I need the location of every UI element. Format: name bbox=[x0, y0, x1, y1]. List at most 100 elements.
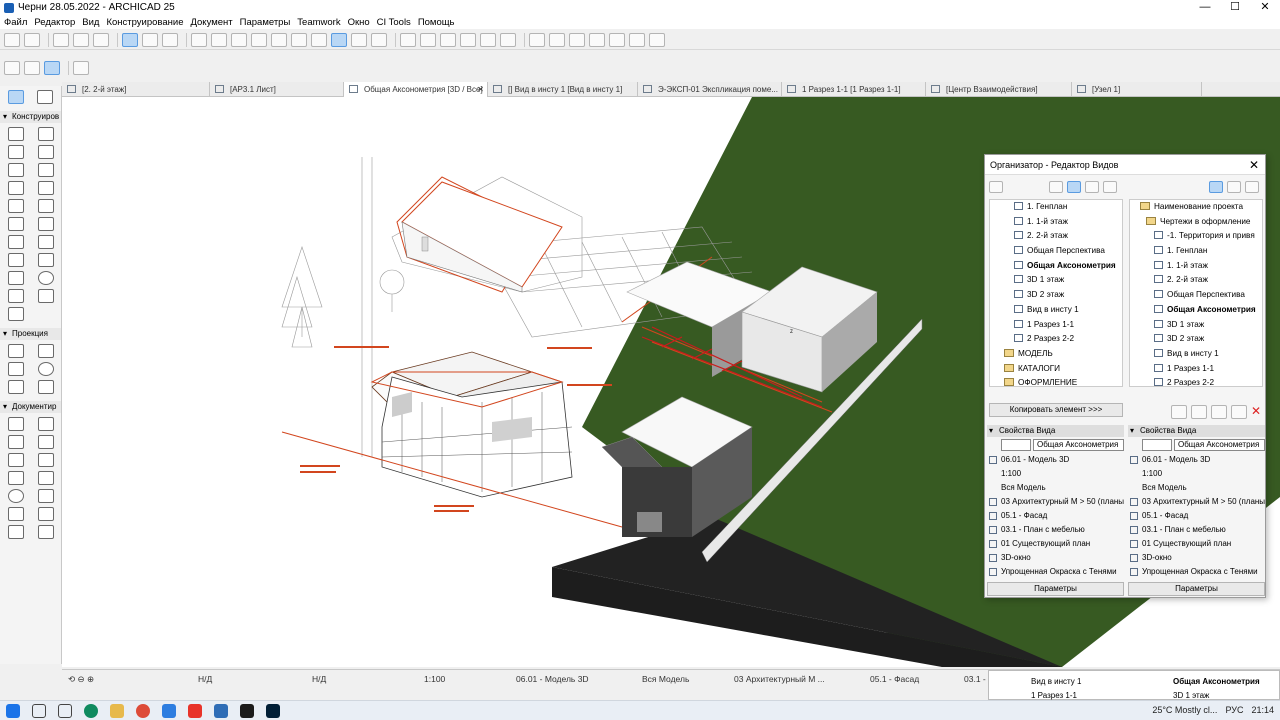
photoshop-icon[interactable] bbox=[266, 703, 280, 718]
maximize-button[interactable]: ☐ bbox=[1220, 0, 1250, 14]
tree-item[interactable]: КАТАЛОГИ bbox=[990, 362, 1122, 377]
adjust-icon[interactable] bbox=[440, 32, 456, 47]
renovation-filter-dropdown[interactable]: 03.1 - bbox=[964, 674, 986, 684]
palette-section-document[interactable]: Документир bbox=[0, 401, 61, 413]
pen-set-dropdown[interactable]: 03 Архитектурный М ... bbox=[734, 674, 825, 684]
search-icon[interactable] bbox=[32, 703, 46, 718]
store-icon[interactable] bbox=[162, 703, 176, 718]
detail-tool-icon[interactable] bbox=[8, 380, 24, 394]
flag-icon[interactable] bbox=[529, 32, 545, 47]
redo-icon[interactable] bbox=[24, 32, 40, 47]
magic-wand-icon[interactable] bbox=[271, 32, 287, 47]
tree-item[interactable]: 2. 2-й этаж bbox=[1130, 273, 1262, 288]
intersect-icon[interactable] bbox=[460, 32, 476, 47]
morph-tool-icon[interactable] bbox=[38, 235, 54, 249]
mini-item[interactable]: Вид в инсту 1 bbox=[1031, 677, 1081, 686]
figure-tool-icon[interactable] bbox=[8, 525, 24, 539]
circle-tool-icon[interactable] bbox=[8, 489, 24, 503]
tab-close-icon[interactable]: ✕ bbox=[477, 82, 484, 97]
right-prop-row[interactable]: Упрощенная Окраска с Тенями bbox=[1128, 565, 1265, 579]
spline-tool-icon[interactable] bbox=[8, 507, 24, 521]
right-view-map-icon[interactable] bbox=[1209, 181, 1223, 193]
column-tool-icon[interactable] bbox=[38, 127, 54, 141]
tree-item[interactable]: 2 Разрез 2-2 bbox=[1130, 376, 1262, 386]
left-prop-row[interactable]: Вся Модель bbox=[987, 481, 1124, 495]
save-view-icon[interactable] bbox=[1191, 405, 1207, 419]
layer-combo-dropdown[interactable]: Вся Модель bbox=[642, 674, 689, 684]
terrain-tool-icon[interactable] bbox=[38, 289, 54, 303]
undo-zoom-icon[interactable]: ⟲ ⊖ ⊕ bbox=[68, 674, 94, 685]
layers-icon[interactable] bbox=[569, 32, 585, 47]
menu-options[interactable]: Параметры bbox=[240, 17, 291, 28]
menu-teamwork[interactable]: Teamwork bbox=[297, 17, 340, 28]
left-view-id-field[interactable] bbox=[1001, 439, 1031, 451]
shell-tool-icon[interactable] bbox=[38, 163, 54, 177]
hotspot-tool-icon[interactable] bbox=[38, 507, 54, 521]
line-tool-icon[interactable] bbox=[8, 471, 24, 485]
right-view-name-field[interactable]: Общая Аксонометрия bbox=[1174, 439, 1265, 451]
tree-item[interactable]: 1. Генплан bbox=[1130, 244, 1262, 259]
marquee-select-icon[interactable] bbox=[37, 90, 54, 104]
tree-item[interactable]: МОДЕЛЬ bbox=[990, 347, 1122, 362]
tree-item[interactable]: 1 Разрез 1-1 bbox=[990, 318, 1122, 333]
right-prop-row[interactable]: 06.01 - Модель 3D bbox=[1128, 453, 1265, 467]
label-tool-icon[interactable] bbox=[8, 453, 24, 467]
explode-icon[interactable] bbox=[331, 32, 347, 47]
delete-icon[interactable]: ✕ bbox=[1251, 405, 1261, 419]
new-folder-icon[interactable] bbox=[1171, 405, 1187, 419]
left-params-button[interactable]: Параметры bbox=[987, 582, 1124, 596]
view-tab[interactable]: Общая Аксонометрия [3D / Все] ✕ bbox=[344, 82, 488, 97]
view-tab[interactable]: [] Вид в инсту 1 [Вид в инсту 1] bbox=[488, 82, 638, 97]
tree-item[interactable]: 3D 2 этаж bbox=[990, 288, 1122, 303]
nd-field-2[interactable]: Н/Д bbox=[312, 674, 326, 684]
pick-up-icon[interactable] bbox=[53, 32, 69, 47]
tree-item[interactable]: Чертежи в оформление bbox=[1130, 215, 1262, 230]
right-prop-row[interactable]: 05.1 - Фасад bbox=[1128, 509, 1265, 523]
drawing-tool-icon[interactable] bbox=[38, 525, 54, 539]
tree-item[interactable]: 3D 2 этаж bbox=[1130, 332, 1262, 347]
copy-view-icon[interactable] bbox=[629, 32, 645, 47]
file-explorer-icon[interactable] bbox=[110, 703, 124, 718]
right-publisher-sets-icon[interactable] bbox=[1245, 181, 1259, 193]
graphic-override-dropdown[interactable]: 05.1 - Фасад bbox=[870, 674, 919, 684]
trim-icon[interactable] bbox=[400, 32, 416, 47]
tree-item[interactable]: Общая Аксонометрия bbox=[990, 259, 1122, 274]
zone-tool-icon[interactable] bbox=[8, 235, 24, 249]
radial-dimension-tool-icon[interactable] bbox=[8, 435, 24, 449]
tree-item[interactable]: Вид в инсту 1 bbox=[990, 303, 1122, 318]
scale-dropdown[interactable]: 1:100 bbox=[424, 674, 445, 684]
publisher-sets-icon[interactable] bbox=[1103, 181, 1117, 193]
network-icon[interactable] bbox=[240, 703, 254, 718]
polyline-tool-icon[interactable] bbox=[38, 489, 54, 503]
undo-icon[interactable] bbox=[4, 32, 20, 47]
settings-dropdown-icon[interactable] bbox=[989, 181, 1003, 193]
view-tab[interactable]: [2. 2-й этаж] bbox=[62, 82, 210, 97]
interior-elevation-tool-icon[interactable] bbox=[8, 362, 24, 376]
right-prop-row[interactable]: 3D-окно bbox=[1128, 551, 1265, 565]
panel-tool-icon[interactable] bbox=[8, 307, 24, 321]
menu-edit[interactable]: Редактор bbox=[34, 17, 75, 28]
object-tool-icon[interactable] bbox=[38, 253, 54, 267]
chrome-icon[interactable] bbox=[136, 703, 150, 718]
menu-design[interactable]: Конструирование bbox=[106, 17, 183, 28]
nd-field-1[interactable]: Н/Д bbox=[198, 674, 212, 684]
view-map-icon[interactable] bbox=[1067, 181, 1081, 193]
close-window-button[interactable]: ✕ bbox=[1250, 0, 1280, 14]
arrow-select-icon[interactable] bbox=[7, 90, 24, 104]
organizer-close-button[interactable]: ✕ bbox=[1249, 155, 1259, 175]
resize-icon[interactable] bbox=[500, 32, 516, 47]
project-map-icon[interactable] bbox=[1049, 181, 1063, 193]
tree-item[interactable]: 3D 1 этаж bbox=[1130, 318, 1262, 333]
left-prop-row[interactable]: 03 Архитектурный М > 50 (планы) bbox=[987, 495, 1124, 509]
menu-ci-tools[interactable]: CI Tools bbox=[377, 17, 411, 28]
tree-item[interactable]: Общая Перспектива bbox=[990, 244, 1122, 259]
view-tab[interactable]: [Узел 1] bbox=[1072, 82, 1202, 97]
dimension-tool-icon[interactable] bbox=[8, 417, 24, 431]
tree-item[interactable]: 1. 1-й этаж bbox=[1130, 259, 1262, 274]
right-prop-row[interactable]: Вся Модель bbox=[1128, 481, 1265, 495]
tree-item[interactable]: 3D 1 этаж bbox=[990, 273, 1122, 288]
tree-item[interactable]: Общая Перспектива bbox=[1130, 288, 1262, 303]
door-tool-icon[interactable] bbox=[38, 199, 54, 213]
slab-tool-icon[interactable] bbox=[38, 145, 54, 159]
left-prop-row[interactable]: 3D-окно bbox=[987, 551, 1124, 565]
